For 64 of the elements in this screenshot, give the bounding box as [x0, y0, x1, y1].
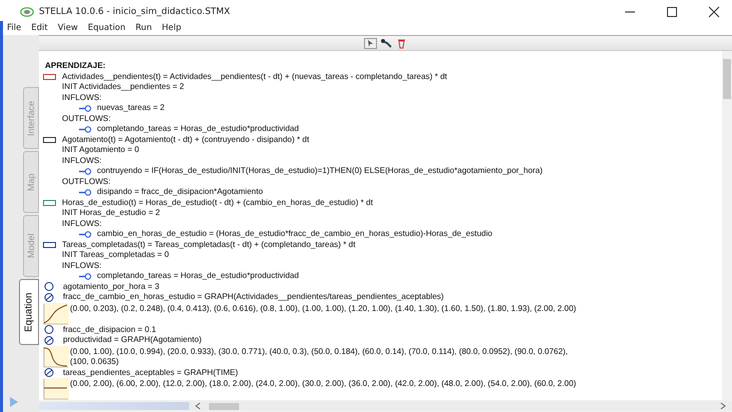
flow-heading: INFLOWS:: [62, 260, 102, 271]
flow-heading: INFLOWS:: [62, 92, 102, 103]
flow-equation: disipando = fracc_de_disipacion*Agotamiento: [97, 187, 263, 198]
close-icon[interactable]: [708, 6, 720, 18]
flow-heading: OUTFLOWS:: [62, 176, 111, 187]
flow-equation: nuevas_tareas = 2: [97, 103, 165, 114]
init-equation: INIT Horas_de_estudio = 2: [62, 208, 160, 218]
graph-points: (0.00, 1.00), (10.0, 0.994), (20.0, 0.933), (30.0, 0.771), (40.0, 0.3), (50.0, 0.184), (60.0, 0.14), (70.0, 0.114), (80.0, 0.0952), (90.0, 0.0762),: [70, 346, 568, 357]
app-logo-icon: [20, 6, 34, 16]
menu-item[interactable]: Equation: [88, 23, 126, 33]
window-title: STELLA 10.0.6 - inicio_sim_didactico.STMX: [39, 6, 230, 16]
flow-icon: [79, 104, 93, 112]
scrollbar-thumb[interactable]: [209, 402, 239, 410]
graph-converter-icon: [44, 336, 54, 345]
flow-icon: [79, 272, 93, 280]
menu-item[interactable]: Run: [136, 23, 152, 33]
flow-icon: [79, 168, 93, 175]
flow-icon: [79, 230, 93, 238]
flow-heading: OUTFLOWS:: [62, 114, 111, 124]
stock-equation: Agotamiento(t) = Agotamiento(t - dt) + (contruyendo - disipando) * dt: [62, 134, 310, 145]
graph-points: (0.00, 2.00), (6.00, 2.00), (12.0, 2.00), (18.0, 2.00), (24.0, 2.00), (30.0, 2.00), (36.0, 2.00), (42.0, 2.00), (48.0, 2.00), (54.0, 2.00), (60.0, 2.00): [70, 379, 576, 390]
menu-item[interactable]: File: [7, 23, 22, 33]
flow-icon: [79, 188, 93, 196]
init-equation: INIT Agotamiento = 0: [62, 145, 139, 156]
scroll-left-icon[interactable]: [195, 402, 201, 410]
section-heading: APRENDIZAJE:: [44, 61, 107, 72]
graph-points: (0.00, 0.203), (0.2, 0.248), (0.4, 0.413), (0.6, 0.616), (0.8, 1.00), (1.00, 1.00), (1.20, 1.00), (1.40, 1.30), (1.60, 1.50), (1.80, 1.93), (2.00, 2.00): [70, 304, 576, 314]
menu-item[interactable]: Edit: [31, 23, 48, 33]
init-equation: INIT Actividades__pendientes = 2: [62, 82, 184, 92]
graph-converter-icon: [44, 292, 54, 302]
menu-item[interactable]: View: [58, 23, 78, 33]
graph-thumbnail: [43, 346, 69, 368]
maximize-icon[interactable]: [666, 6, 678, 18]
converter-icon: [44, 325, 54, 334]
stock-equation: Actividades__pendientes(t) = Actividades__pendientes(t - dt) + (nuevas_tareas - completando_tareas) * dt: [62, 72, 448, 82]
menu-item[interactable]: Help: [162, 23, 182, 33]
scroll-right-icon[interactable]: [720, 402, 726, 410]
stock-equation: Tareas_completadas(t) = Tareas_completadas(t - dt) + (completando_tareas) * dt: [62, 240, 356, 250]
graph-thumbnail: [43, 378, 69, 400]
horizontal-scrollbar[interactable]: [189, 401, 732, 411]
graph-equation: tareas_pendientes_aceptables = GRAPH(TIME): [63, 368, 238, 378]
pointer-icon[interactable]: [364, 38, 377, 48]
flow-heading: INFLOWS:: [62, 218, 102, 229]
side-tab[interactable]: Equation: [19, 279, 39, 345]
graph-thumbnail: [43, 302, 69, 324]
converter-icon: [44, 282, 54, 292]
vertical-scrollbar[interactable]: [722, 51, 732, 400]
scrollbar-thumb[interactable]: [723, 59, 731, 99]
paint-tool-icon[interactable]: [380, 38, 393, 48]
init-equation: INIT Tareas_completadas = 0: [62, 250, 169, 260]
flow-heading: INFLOWS:: [62, 156, 102, 166]
flow-equation: completando_tareas = Horas_de_estudio*productividad: [97, 271, 299, 282]
flow-equation: completando_tareas = Horas_de_estudio*productividad: [97, 124, 299, 134]
flow-icon: [79, 126, 93, 133]
stock-equation: Horas_de_estudio(t) = Horas_de_estudio(t - dt) + (cambio_en_horas_de_estudio) * dt: [62, 198, 373, 208]
graph-equation: productividad = GRAPH(Agotamiento): [63, 335, 202, 346]
graph-converter-icon: [44, 368, 54, 378]
graph-equation: fracc_de_cambio_en_horas_estudio = GRAPH(Actividades__pendientes/tareas_pendientes_aceptables): [63, 292, 444, 302]
converter-equation: agotamiento_por_hora = 3: [63, 282, 160, 292]
delete-icon[interactable]: [396, 38, 407, 48]
converter-equation: fracc_de_disipacion = 0.1: [63, 324, 156, 335]
graph-points: (100, 0.0635): [70, 357, 120, 368]
flow-equation: contruyendo = IF(Horas_de_estudio/INIT(Horas_de_estudio)=1)THEN(0) ELSE(Horas_de_estudio*agotamiento_por_hora): [97, 166, 543, 176]
flow-equation: cambio_en_horas_de_estudio = (Horas_de_estudio*fracc_de_cambio_en_horas_estudio)-Horas_de_estudio: [97, 229, 492, 240]
